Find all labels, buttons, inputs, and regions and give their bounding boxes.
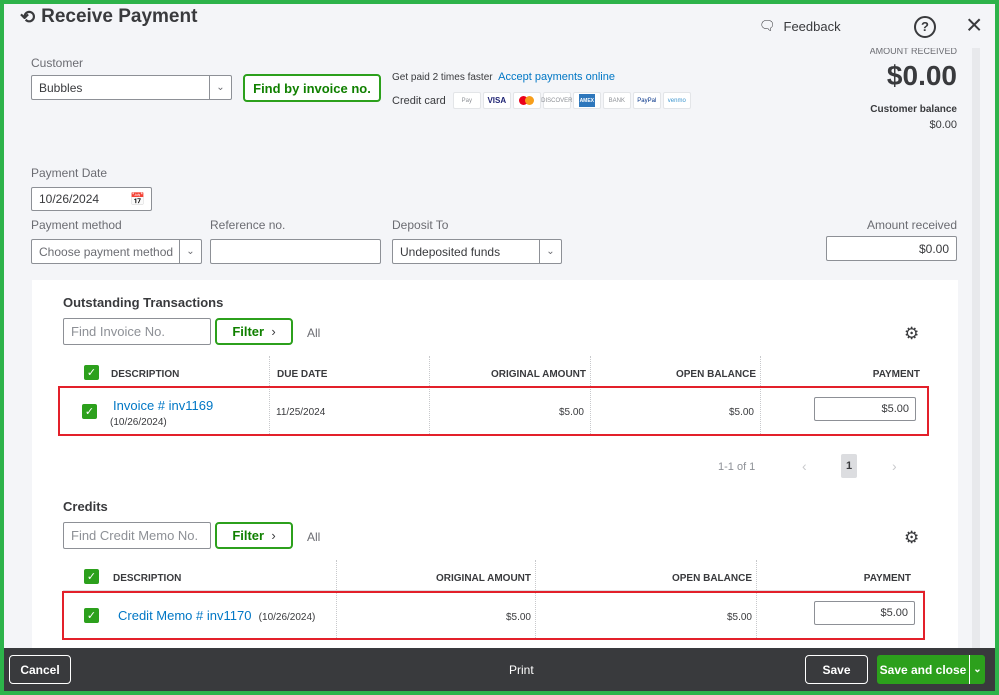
table-row: ✓ Invoice # inv1169 (10/26/2024) 11/25/2…: [58, 386, 929, 436]
amount-received-field-label: Amount received: [866, 218, 957, 232]
reference-input[interactable]: [210, 239, 381, 264]
open-balance: $5.00: [726, 612, 752, 623]
mastercard-icon: [512, 92, 541, 109]
page-1-button[interactable]: 1: [841, 454, 857, 478]
payment-date-input[interactable]: 10/26/2024 📅: [31, 187, 152, 211]
filter-button[interactable]: Filter ›: [215, 318, 293, 345]
col-payment: PAYMENT: [863, 573, 911, 584]
all-filter[interactable]: All: [307, 326, 320, 340]
invoice-date: (10/26/2024): [110, 417, 167, 428]
col-description: DESCRIPTION: [113, 573, 182, 584]
payment-date-label: Payment Date: [31, 166, 108, 180]
original-amount: $5.00: [558, 407, 584, 418]
credits-select-all-checkbox[interactable]: ✓: [84, 569, 99, 584]
col-description: DESCRIPTION: [111, 369, 180, 380]
customer-select[interactable]: Bubbles ⌄: [31, 75, 232, 100]
paypal-icon: PayPal: [632, 92, 661, 109]
payment-input[interactable]: $5.00: [814, 601, 915, 625]
receive-payment-window: ⟲ Receive Payment 🗨 Feedback ? × Custome…: [4, 4, 995, 691]
cancel-button[interactable]: Cancel: [9, 655, 71, 684]
print-button[interactable]: Print: [509, 663, 534, 677]
prev-page-button[interactable]: ‹: [802, 458, 807, 474]
history-icon[interactable]: ⟲: [20, 7, 35, 28]
chevron-down-icon[interactable]: ⌄: [209, 76, 231, 99]
deposit-to-select[interactable]: Undeposited funds ⌄: [392, 239, 562, 264]
customer-balance-value: $0.00: [929, 119, 957, 131]
feedback-icon: 🗨: [759, 18, 776, 33]
deposit-to-label: Deposit To: [392, 218, 449, 232]
col-payment: PAYMENT: [872, 369, 920, 380]
credits-all-filter[interactable]: All: [307, 530, 320, 544]
transactions-panel: Outstanding Transactions Find Invoice No…: [32, 280, 958, 652]
credits-title: Credits: [63, 499, 108, 514]
payment-method-label: Payment method: [31, 218, 122, 232]
page-title: ⟲ Receive Payment: [20, 6, 198, 28]
credit-memo-link[interactable]: Credit Memo # inv1170: [118, 608, 251, 623]
visa-icon: VISA: [482, 92, 511, 109]
col-open-balance: OPEN BALANCE: [675, 369, 756, 380]
due-date: 11/25/2024: [276, 407, 326, 418]
chevron-right-icon: ›: [271, 324, 276, 339]
apple-pay-icon: Pay: [452, 92, 481, 109]
row-checkbox[interactable]: ✓: [82, 404, 97, 419]
payment-input[interactable]: $5.00: [814, 397, 916, 421]
chevron-down-icon[interactable]: ⌄: [539, 240, 561, 263]
reference-label: Reference no.: [210, 218, 286, 232]
accept-payments-link[interactable]: Accept payments online: [498, 71, 615, 83]
invoice-link[interactable]: Invoice # inv1169: [113, 398, 213, 413]
calendar-icon[interactable]: 📅: [130, 192, 145, 206]
customer-balance-label: Customer balance: [870, 104, 957, 115]
gear-icon[interactable]: ⚙: [904, 528, 919, 548]
chevron-down-icon[interactable]: ⌄: [969, 655, 985, 684]
credit-card-row: Credit card Pay VISA DISCOVER AMEX BANK …: [392, 92, 693, 109]
find-credit-memo-input[interactable]: Find Credit Memo No.: [63, 522, 211, 549]
help-icon[interactable]: ?: [914, 16, 936, 38]
select-all-checkbox[interactable]: ✓: [84, 365, 99, 380]
feedback-button[interactable]: 🗨 Feedback: [759, 18, 841, 34]
amount-received-input[interactable]: $0.00: [826, 236, 957, 261]
find-invoice-input[interactable]: Find Invoice No.: [63, 318, 211, 345]
amex-icon: AMEX: [572, 92, 601, 109]
bank-icon: BANK: [602, 92, 631, 109]
save-button[interactable]: Save: [805, 655, 868, 684]
save-and-close-button[interactable]: Save and close ⌄: [877, 655, 985, 684]
table-row: ✓ Credit Memo # inv1170 (10/26/2024) $5.…: [62, 591, 925, 640]
chevron-right-icon: ›: [271, 528, 276, 543]
amex-label: AMEX: [578, 94, 595, 107]
amount-received-label: AMOUNT RECEIVED: [869, 48, 957, 56]
venmo-icon: venmo: [662, 92, 691, 109]
find-by-invoice-button[interactable]: Find by invoice no.: [243, 74, 381, 102]
payment-method-select[interactable]: Choose payment method ⌄: [31, 239, 202, 264]
col-original-amount: ORIGINAL AMOUNT: [436, 573, 531, 584]
close-icon[interactable]: ×: [966, 10, 982, 40]
col-open-balance: OPEN BALANCE: [671, 573, 752, 584]
discover-icon: DISCOVER: [541, 92, 572, 109]
customer-label: Customer: [31, 56, 84, 70]
amount-received-total: $0.00: [886, 60, 957, 91]
next-page-button[interactable]: ›: [892, 458, 897, 474]
pagination-range: 1-1 of 1: [718, 461, 756, 473]
col-due-date: DUE DATE: [277, 369, 328, 380]
open-balance: $5.00: [728, 407, 754, 418]
footer-bar: Cancel Print Save Save and close ⌄: [4, 648, 995, 691]
credit-memo-description: Credit Memo # inv1170 (10/26/2024): [118, 608, 316, 623]
credits-filter-button[interactable]: Filter ›: [215, 522, 293, 549]
promo-text: Get paid 2 times faster Accept payments …: [392, 71, 615, 83]
gear-icon[interactable]: ⚙: [904, 324, 919, 344]
original-amount: $5.00: [505, 612, 531, 623]
chevron-down-icon[interactable]: ⌄: [179, 240, 201, 263]
outstanding-title: Outstanding Transactions: [63, 295, 224, 310]
col-original-amount: ORIGINAL AMOUNT: [491, 369, 586, 380]
scrollbar[interactable]: [972, 48, 980, 648]
row-checkbox[interactable]: ✓: [84, 608, 99, 623]
